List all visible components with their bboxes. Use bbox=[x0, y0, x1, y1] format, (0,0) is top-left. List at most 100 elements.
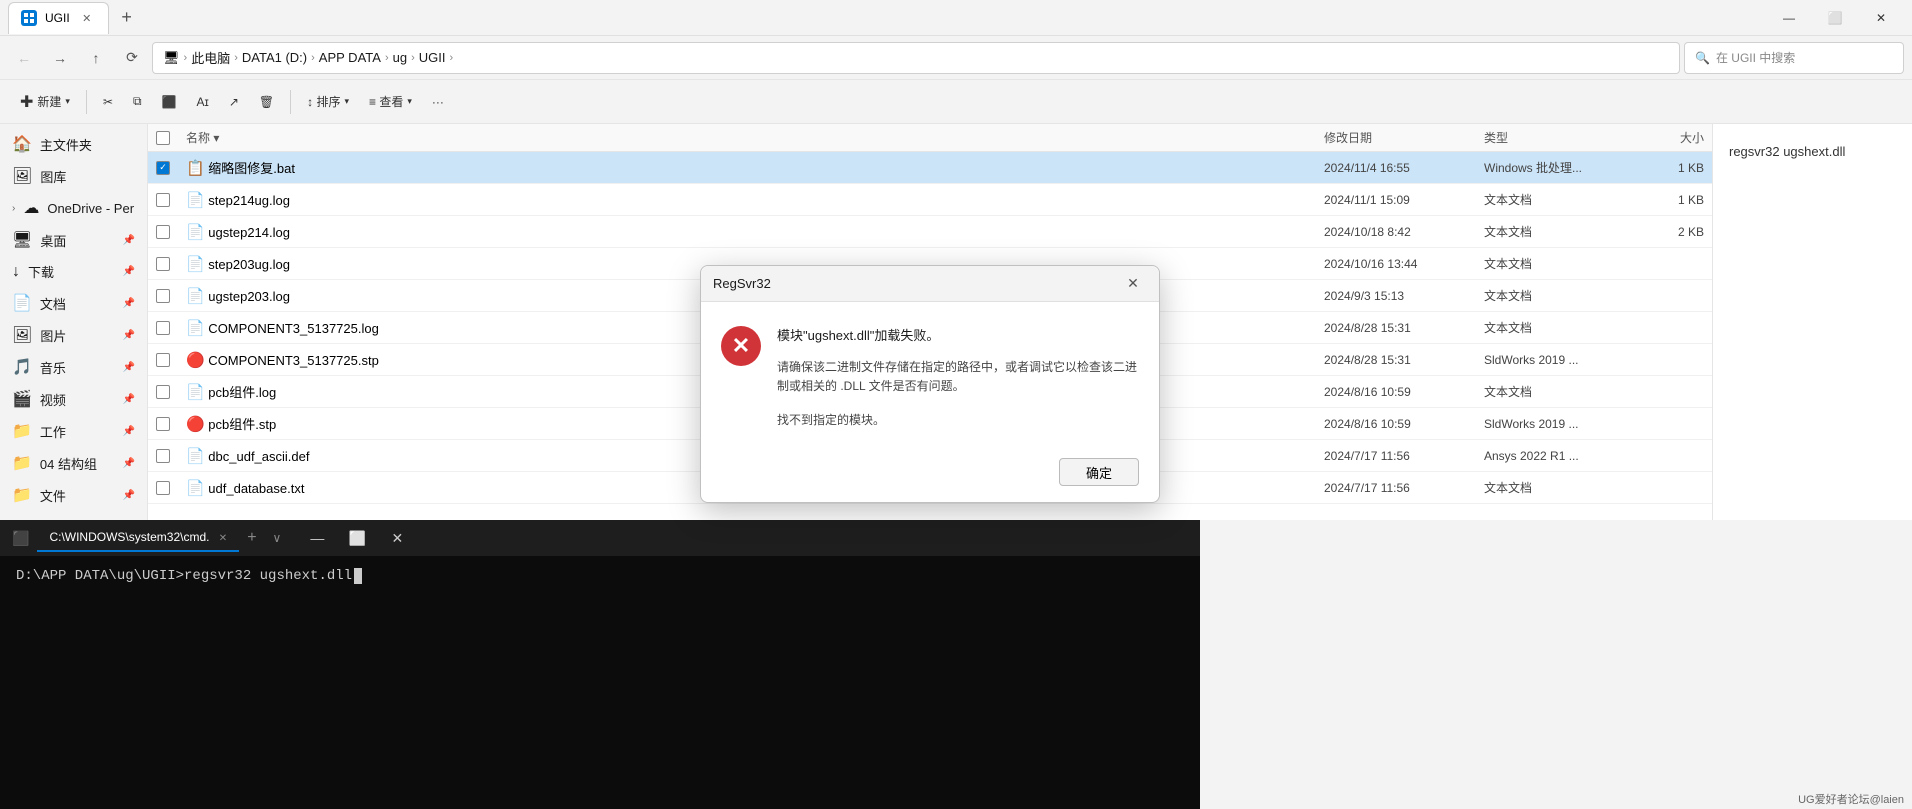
desktop-icon: 🖥 bbox=[12, 230, 32, 250]
new-tab-btn[interactable]: + bbox=[113, 4, 141, 32]
sidebar-item-files[interactable]: 📁 文件 📌 bbox=[0, 479, 147, 511]
file-checkbox[interactable] bbox=[156, 385, 170, 399]
cmd-tab-active[interactable]: C:\WINDOWS\system32\cmd. ✕ bbox=[37, 524, 239, 552]
file-checkbox[interactable] bbox=[156, 353, 170, 367]
delete-icon: 🗑 bbox=[259, 95, 274, 109]
copy-btn[interactable]: ⧉ bbox=[125, 86, 150, 118]
file-check-cell[interactable] bbox=[156, 385, 186, 399]
sidebar-label-music: 音乐 bbox=[40, 358, 66, 377]
file-checkbox[interactable] bbox=[156, 449, 170, 463]
file-type-cell: Ansys 2022 R1 ... bbox=[1484, 449, 1624, 463]
sidebar-item-docs[interactable]: 📄 文档 📌 bbox=[0, 287, 147, 319]
file-check-cell[interactable] bbox=[156, 481, 186, 495]
file-list-header: 名称 ▾ 修改日期 类型 大小 bbox=[148, 124, 1712, 152]
table-row[interactable]: ✓ 📋 缩略图修复.bat 2024/11/4 16:55 Windows 批处… bbox=[148, 152, 1712, 184]
more-icon: ··· bbox=[432, 95, 444, 109]
address-path[interactable]: 🖥 › 此电脑 › DATA1 (D:) › APP DATA › ug › U… bbox=[152, 42, 1680, 74]
sidebar-item-home[interactable]: 🏠 主文件夹 bbox=[0, 128, 147, 160]
explorer-tab[interactable]: UGII ✕ bbox=[8, 2, 109, 34]
sidebar-item-work[interactable]: 📁 工作 📌 bbox=[0, 415, 147, 447]
ai-btn[interactable]: Aɪ bbox=[189, 86, 217, 118]
header-date[interactable]: 修改日期 bbox=[1324, 129, 1484, 146]
cmd-minimize-btn[interactable]: — bbox=[297, 522, 337, 554]
bottom-bar: UG爱好者论坛@laien bbox=[1612, 789, 1912, 809]
ai-icon: Aɪ bbox=[197, 95, 209, 109]
file-type-cell: 文本文档 bbox=[1484, 191, 1624, 208]
forward-btn[interactable]: → bbox=[44, 42, 76, 74]
close-btn[interactable]: ✕ bbox=[1858, 2, 1904, 34]
path-this-pc[interactable]: 此电脑 bbox=[191, 48, 230, 67]
header-name[interactable]: 名称 ▾ bbox=[186, 129, 1324, 146]
path-ugii[interactable]: UGII bbox=[419, 50, 446, 65]
header-checkbox-input[interactable] bbox=[156, 131, 170, 145]
file-checkbox[interactable] bbox=[156, 225, 170, 239]
up-btn[interactable]: ↑ bbox=[80, 42, 112, 74]
tab-close-btn[interactable]: ✕ bbox=[78, 9, 96, 27]
file-check-cell[interactable] bbox=[156, 257, 186, 271]
table-row[interactable]: 📄 step214ug.log 2024/11/1 15:09 文本文档 1 K… bbox=[148, 184, 1712, 216]
file-check-cell[interactable]: ✓ bbox=[156, 161, 186, 175]
header-type[interactable]: 类型 bbox=[1484, 129, 1624, 146]
cmd-maximize-btn[interactable]: ⬜ bbox=[337, 522, 377, 554]
sidebar-item-gallery[interactable]: 🖼 图库 bbox=[0, 160, 147, 192]
path-data1[interactable]: DATA1 (D:) bbox=[242, 50, 307, 65]
file-check-cell[interactable] bbox=[156, 225, 186, 239]
file-check-cell[interactable] bbox=[156, 449, 186, 463]
back-btn[interactable]: ← bbox=[8, 42, 40, 74]
file-checkbox[interactable] bbox=[156, 289, 170, 303]
sidebar-item-struct[interactable]: 📁 04 结构组 📌 bbox=[0, 447, 147, 479]
file-checkbox[interactable] bbox=[156, 321, 170, 335]
sidebar-item-pictures[interactable]: 🖼 图片 📌 bbox=[0, 319, 147, 351]
cut-btn[interactable]: ✂ bbox=[95, 86, 121, 118]
file-icon: 📄 bbox=[186, 192, 205, 209]
path-app-data[interactable]: APP DATA bbox=[319, 50, 381, 65]
more-btn[interactable]: ··· bbox=[424, 86, 452, 118]
sidebar-item-onedrive[interactable]: › ☁ OneDrive - Per bbox=[0, 192, 147, 224]
cmd-close-btn[interactable]: ✕ bbox=[377, 522, 417, 554]
file-check-cell[interactable] bbox=[156, 417, 186, 431]
file-check-cell[interactable] bbox=[156, 321, 186, 335]
cmd-dropdown-btn[interactable]: ∨ bbox=[265, 525, 290, 551]
sidebar-item-desktop[interactable]: 🖥 桌面 📌 bbox=[0, 224, 147, 256]
file-checkbox[interactable]: ✓ bbox=[156, 161, 170, 175]
file-checkbox[interactable] bbox=[156, 417, 170, 431]
cmd-body: D:\APP DATA\ug\UGII>regsvr32 ugshext.dll bbox=[0, 556, 1200, 809]
right-panel-text: regsvr32 ugshext.dll bbox=[1729, 144, 1845, 159]
share-btn[interactable]: ↗ bbox=[221, 86, 247, 118]
sidebar-item-itemdata[interactable]: 📁 ITEM DATA 📌 bbox=[0, 511, 147, 520]
path-ug[interactable]: ug bbox=[393, 50, 407, 65]
table-row[interactable]: 📄 ugstep214.log 2024/10/18 8:42 文本文档 2 K… bbox=[148, 216, 1712, 248]
new-btn[interactable]: ✚ 新建 ▾ bbox=[12, 86, 78, 118]
cmd-tab-close-icon[interactable]: ✕ bbox=[219, 533, 227, 544]
sort-btn[interactable]: ↕ 排序 ▾ bbox=[299, 86, 357, 118]
cmd-new-tab-btn[interactable]: + bbox=[239, 523, 264, 553]
cmd-prompt-line: D:\APP DATA\ug\UGII>regsvr32 ugshext.dll bbox=[16, 568, 1184, 584]
file-check-cell[interactable] bbox=[156, 289, 186, 303]
file-date-cell: 2024/11/1 15:09 bbox=[1324, 193, 1484, 207]
refresh-btn[interactable]: ⟳ bbox=[116, 42, 148, 74]
dialog-ok-btn[interactable]: 确定 bbox=[1059, 458, 1139, 486]
sidebar-label-desktop: 桌面 bbox=[40, 231, 66, 250]
maximize-btn[interactable]: ⬜ bbox=[1812, 2, 1858, 34]
sidebar-item-downloads[interactable]: ↓ 下载 📌 bbox=[0, 256, 147, 287]
file-name-cell: 📋 缩略图修复.bat bbox=[186, 158, 1324, 177]
downloads-icon: ↓ bbox=[12, 263, 20, 281]
paste-btn[interactable]: ⬛ bbox=[154, 86, 185, 118]
header-checkbox[interactable] bbox=[156, 131, 186, 145]
file-checkbox[interactable] bbox=[156, 193, 170, 207]
header-size[interactable]: 大小 bbox=[1624, 129, 1704, 146]
file-checkbox[interactable] bbox=[156, 257, 170, 271]
dialog-close-btn[interactable]: ✕ bbox=[1119, 270, 1147, 298]
file-checkbox[interactable] bbox=[156, 481, 170, 495]
view-btn[interactable]: ≡ 查看 ▾ bbox=[361, 86, 420, 118]
file-check-cell[interactable] bbox=[156, 193, 186, 207]
search-box[interactable]: 🔍 在 UGII 中搜索 bbox=[1684, 42, 1904, 74]
file-check-cell[interactable] bbox=[156, 353, 186, 367]
delete-btn[interactable]: 🗑 bbox=[251, 86, 282, 118]
file-icon: 📄 bbox=[186, 384, 205, 401]
minimize-btn[interactable]: — bbox=[1766, 2, 1812, 34]
cmd-prompt-text: D:\APP DATA\ug\UGII>regsvr32 ugshext.dll bbox=[16, 568, 352, 584]
sidebar-item-music[interactable]: 🎵 音乐 📌 bbox=[0, 351, 147, 383]
view-dropdown-icon: ▾ bbox=[407, 96, 412, 107]
sidebar-item-videos[interactable]: 🎬 视频 📌 bbox=[0, 383, 147, 415]
